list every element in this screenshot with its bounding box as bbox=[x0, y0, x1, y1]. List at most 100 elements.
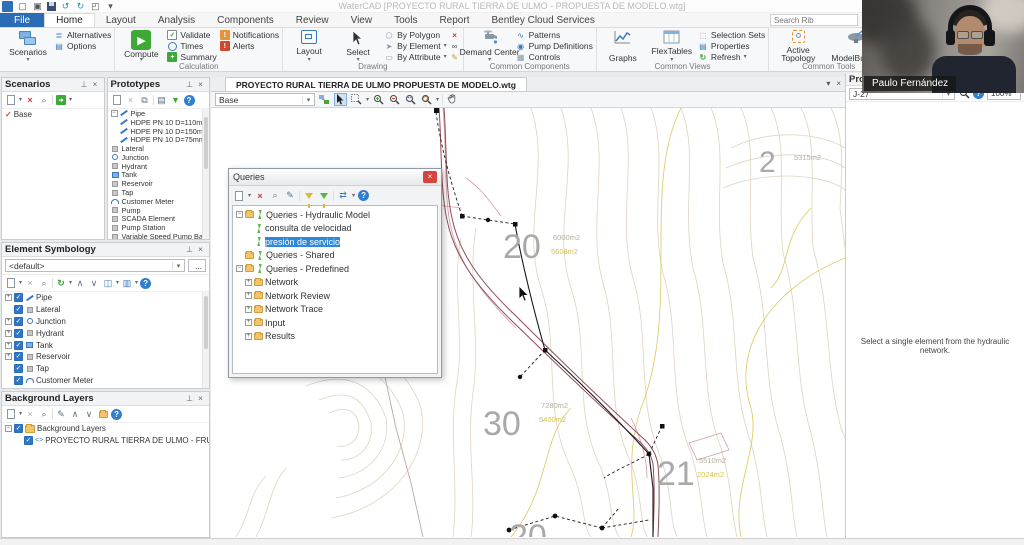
query-folder-results[interactable]: + Results bbox=[233, 330, 437, 344]
prototype-item[interactable]: SCADA Element bbox=[108, 214, 210, 223]
query-group-hydraulic-model[interactable]: − Queries - Hydraulic Model bbox=[233, 208, 437, 222]
pan-tool[interactable] bbox=[446, 93, 459, 106]
new-filter-icon[interactable] bbox=[318, 190, 330, 208]
symbology-definition-combo[interactable]: <default> ▾ bbox=[5, 259, 185, 272]
app-icon[interactable] bbox=[2, 0, 13, 12]
prototype-item[interactable]: Tap bbox=[108, 188, 210, 197]
delete-query-icon[interactable]: × bbox=[254, 190, 266, 202]
tab-tools[interactable]: Tools bbox=[383, 13, 428, 27]
tab-list-icon[interactable]: ▾ bbox=[826, 79, 830, 88]
scrollbar[interactable] bbox=[202, 292, 209, 388]
ribbon-search-box[interactable] bbox=[770, 14, 858, 26]
tab-bentley-cloud-services[interactable]: Bentley Cloud Services bbox=[480, 13, 605, 27]
refresh-symbology-icon[interactable]: ↻ bbox=[55, 277, 67, 289]
delete-scenario-icon[interactable]: × bbox=[24, 94, 36, 106]
help-icon[interactable]: ? bbox=[140, 277, 152, 289]
close-document-icon[interactable]: × bbox=[836, 79, 841, 88]
close-icon[interactable]: × bbox=[195, 80, 206, 89]
annotation-icon[interactable]: ◫ bbox=[102, 277, 114, 289]
selection-sets-button[interactable]: ⬚ Selection Sets bbox=[698, 30, 765, 40]
pin-icon[interactable]: ⊥ bbox=[184, 394, 195, 403]
query-item[interactable]: consulta de velocidad bbox=[233, 222, 437, 236]
pump-definitions-button[interactable]: ◉ Pump Definitions bbox=[516, 41, 593, 51]
prototype-item[interactable]: Pump Station bbox=[108, 223, 210, 232]
query-folder-network[interactable]: + Network bbox=[233, 276, 437, 290]
new-prototype-icon[interactable] bbox=[111, 94, 123, 106]
prototype-item[interactable]: Junction bbox=[108, 153, 210, 162]
query-group-predefined[interactable]: − Queries - Predefined bbox=[233, 262, 437, 276]
tab-analysis[interactable]: Analysis bbox=[147, 13, 206, 27]
open-file-icon[interactable]: ▣ bbox=[32, 1, 43, 12]
close-icon[interactable]: × bbox=[195, 394, 206, 403]
symbology-item[interactable]: ✓ Lateral bbox=[2, 304, 209, 316]
pin-icon[interactable]: ⊥ bbox=[79, 80, 90, 89]
alerts-button[interactable]: ! Alerts bbox=[219, 41, 279, 51]
controls-button[interactable]: ▦ Controls bbox=[516, 52, 593, 62]
prototype-item[interactable]: Customer Meter bbox=[108, 197, 210, 206]
summary-button[interactable]: + Summary bbox=[167, 52, 217, 62]
tab-components[interactable]: Components bbox=[206, 13, 285, 27]
zoom-extents-tool[interactable] bbox=[404, 93, 417, 106]
symbology-item[interactable]: + ✓ Hydrant bbox=[2, 327, 209, 339]
prototype-item[interactable]: HDPE PN 10 D=75mm bbox=[108, 135, 210, 144]
query-item-selected[interactable]: presión de servicio bbox=[233, 235, 437, 249]
color-coding-icon[interactable]: ▥ bbox=[121, 277, 133, 289]
apply-icon[interactable]: ▼ bbox=[170, 94, 182, 106]
save-icon[interactable] bbox=[47, 1, 56, 11]
edit-query-icon[interactable]: ✎ bbox=[284, 190, 296, 202]
prototype-item[interactable]: − Pipe bbox=[108, 109, 210, 118]
query-group-shared[interactable]: Queries - Shared bbox=[233, 249, 437, 263]
zoom-window-tool[interactable] bbox=[350, 93, 363, 106]
find-button[interactable]: ∞ bbox=[450, 41, 460, 51]
new-symbology-icon[interactable] bbox=[5, 277, 17, 289]
prototype-item[interactable]: HDPE PN 10 D=110mm bbox=[108, 118, 210, 127]
prototype-item[interactable]: Hydrant bbox=[108, 162, 210, 171]
flextables-button[interactable]: FlexTables ▾ bbox=[649, 29, 695, 63]
options-button[interactable]: ▤ Options bbox=[54, 41, 111, 51]
rename-symbology-icon[interactable]: ⌕ bbox=[38, 277, 50, 289]
symbology-more-button[interactable]: ... bbox=[188, 259, 206, 272]
delete-symbology-icon[interactable]: × bbox=[24, 277, 36, 289]
zoom-out-tool[interactable] bbox=[388, 93, 401, 106]
rename-layer-icon[interactable]: ⌕ bbox=[38, 408, 50, 420]
scenario-item-base[interactable]: ✓ Base bbox=[2, 109, 104, 121]
delete-layer-icon[interactable]: × bbox=[24, 408, 36, 420]
prototype-item[interactable]: Tank bbox=[108, 170, 210, 179]
tab-report[interactable]: Report bbox=[428, 13, 480, 27]
qat-customize-icon[interactable]: ▾ bbox=[105, 1, 116, 12]
tab-home[interactable]: Home bbox=[44, 13, 95, 27]
scenario-combo[interactable]: Base ▾ bbox=[215, 93, 315, 106]
symbology-item[interactable]: ✓ Tap bbox=[2, 363, 209, 375]
zoom-previous-tool[interactable] bbox=[420, 93, 433, 106]
move-down-icon[interactable]: ∨ bbox=[83, 408, 95, 420]
query-folder-input[interactable]: + Input bbox=[233, 316, 437, 330]
symbology-item[interactable]: + ✓ Tank bbox=[2, 339, 209, 351]
by-polygon-button[interactable]: ⬠ By Polygon bbox=[384, 30, 446, 40]
delete-button[interactable]: × bbox=[450, 30, 460, 40]
new-folder-icon[interactable] bbox=[97, 408, 109, 420]
apply-filter-icon[interactable] bbox=[303, 190, 315, 208]
prototype-item[interactable]: Lateral bbox=[108, 144, 210, 153]
pin-icon[interactable]: ⊥ bbox=[184, 245, 195, 254]
scrollbar[interactable] bbox=[202, 109, 209, 239]
validate-button[interactable]: ✓ Validate bbox=[167, 30, 216, 40]
alternatives-button[interactable]: ≣ Alternatives bbox=[54, 30, 112, 40]
close-icon[interactable]: × bbox=[195, 245, 206, 254]
background-layer-item[interactable]: ✓<> PROYECTO RURAL TIERRA DE ULMO - FRUT… bbox=[2, 435, 209, 447]
document-tab[interactable]: PROYECTO RURAL TIERRA DE ULMO PROPUESTA … bbox=[225, 77, 527, 91]
tab-review[interactable]: Review bbox=[285, 13, 340, 27]
prototype-item[interactable]: HDPE PN 10 D=150mm bbox=[108, 127, 210, 136]
tab-layout[interactable]: Layout bbox=[95, 13, 147, 27]
new-scenario-icon[interactable] bbox=[5, 94, 17, 106]
zoom-in-tool[interactable] bbox=[372, 93, 385, 106]
demand-center-button[interactable]: Demand Center ▾ bbox=[460, 29, 520, 63]
compute-button[interactable]: ▶ Compute ▾ bbox=[118, 29, 164, 63]
prototype-item[interactable]: Pump bbox=[108, 206, 210, 215]
query-folder-network-trace[interactable]: + Network Trace bbox=[233, 303, 437, 317]
help-icon[interactable]: ? bbox=[358, 190, 370, 201]
prototype-item[interactable]: Variable Speed Pump Battery bbox=[108, 232, 209, 239]
by-element-button[interactable]: ➤ By Element ▾ bbox=[384, 41, 447, 51]
redo-icon[interactable]: ↻ bbox=[75, 1, 86, 12]
symbology-item[interactable]: +✓Pump bbox=[2, 386, 209, 388]
query-folder-network-review[interactable]: + Network Review bbox=[233, 289, 437, 303]
